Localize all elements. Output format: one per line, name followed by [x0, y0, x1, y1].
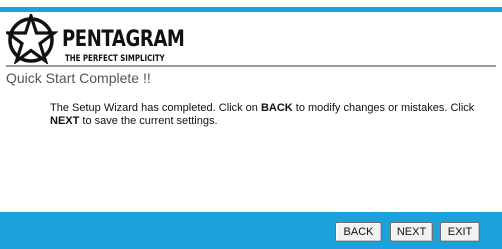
brand-tagline: THE PERFECT SIMPLICITY — [65, 54, 165, 64]
exit-button[interactable]: EXIT — [440, 222, 480, 242]
completion-message: The Setup Wizard has completed. Click on… — [50, 102, 496, 128]
message-next-keyword: NEXT — [50, 115, 80, 127]
back-button[interactable]: BACK — [335, 222, 382, 242]
next-button[interactable]: NEXT — [390, 222, 433, 242]
page-title: Quick Start Complete !! — [6, 70, 151, 86]
message-back-keyword: BACK — [260, 102, 293, 114]
header-divider — [6, 65, 496, 67]
message-text-3: to save the current settings. — [79, 115, 218, 127]
message-text-2: to modify changes or mistakes. Click — [292, 102, 475, 114]
brand-logo: PENTAGRAM THE PERFECT SIMPLICITY — [6, 14, 185, 64]
top-accent-bar — [0, 7, 502, 12]
message-text-1: The Setup Wizard has completed. Click on — [50, 102, 261, 114]
pentagram-star-icon — [6, 14, 58, 64]
brand-name: PENTAGRAM — [62, 27, 185, 52]
